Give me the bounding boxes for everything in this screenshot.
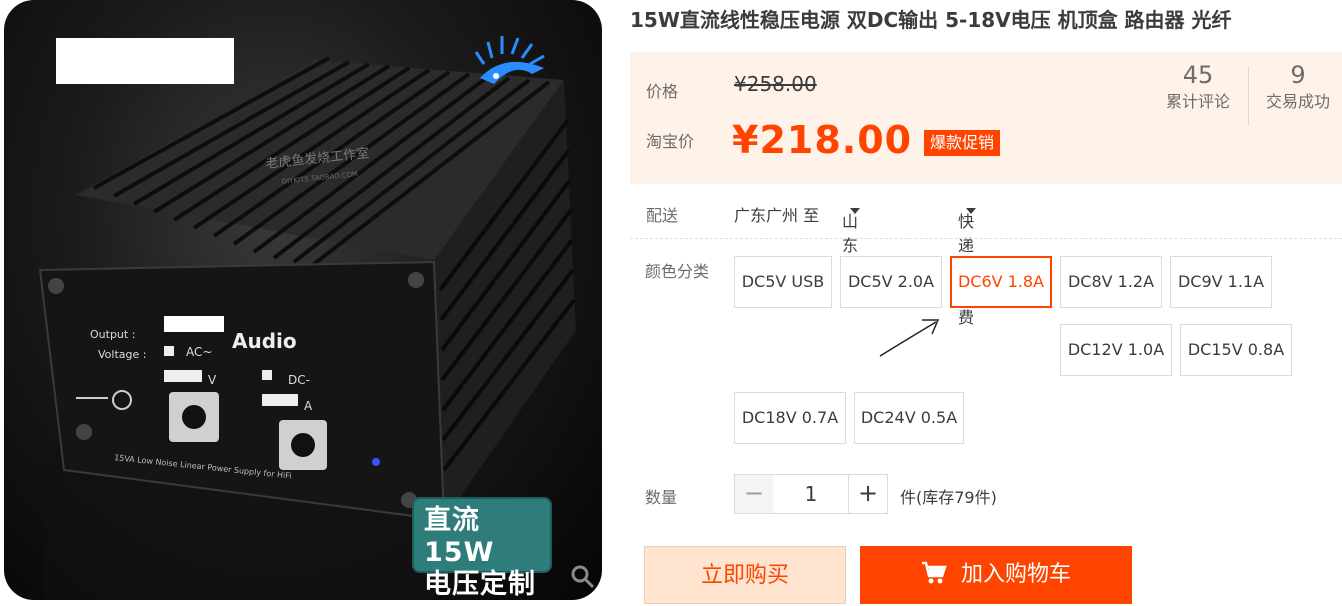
currency-symbol: ¥ — [732, 118, 760, 162]
shipping-from: 广东广州 至 — [734, 206, 820, 225]
buy-now-button[interactable]: 立即购买 — [644, 546, 846, 604]
sku-option[interactable]: DC15V 0.8A — [1180, 324, 1292, 376]
stat-divider — [1248, 66, 1249, 126]
screw-icon — [48, 278, 64, 294]
svg-text:AC~: AC~ — [186, 345, 212, 359]
stock-info: 件(库存79件) — [900, 484, 997, 508]
badge-line1: 直流15W — [424, 505, 495, 568]
add-to-cart-label: 加入购物车 — [960, 562, 1071, 587]
hand-drawn-arrow — [876, 314, 946, 364]
sale-price-value: 218.00 — [759, 118, 913, 162]
stock-prefix: 件(库存 — [900, 488, 955, 507]
add-to-cart-button[interactable]: 加入购物车 — [860, 546, 1132, 604]
shipping-label: 配送 — [646, 206, 679, 225]
svg-text:Audio: Audio — [232, 329, 297, 353]
badge-line2: 电压定制 — [424, 569, 536, 600]
quantity-label: 数量 — [645, 488, 678, 507]
sku-option[interactable]: DC24V 0.5A — [854, 392, 964, 444]
product-photo: Output : Voltage : AC~ V DC- A Audio 15V… — [4, 0, 602, 600]
shipping-method[interactable]: 快递 免运费 — [958, 202, 976, 327]
svg-text:A: A — [304, 399, 313, 413]
censor-box — [56, 38, 234, 84]
reviews-count: 45 — [1182, 61, 1214, 89]
sku-option[interactable]: DC5V 2.0A — [840, 256, 942, 308]
sku-option-selected[interactable]: DC6V 1.8A — [950, 256, 1052, 308]
reviews-label: 累计评论 — [1165, 92, 1230, 111]
cart-icon — [921, 550, 947, 606]
product-title: 15W直流线性稳压电源 双DC输出 5-18V电压 机顶盒 路由器 光纤 — [630, 8, 1232, 32]
svg-text:Voltage :: Voltage : — [98, 348, 146, 361]
sku-option[interactable]: DC5V USB — [734, 256, 832, 308]
divider — [630, 238, 1342, 239]
sku-option[interactable]: DC18V 0.7A — [734, 392, 846, 444]
quantity-input[interactable]: 1 — [773, 474, 849, 514]
stock-count: 79 — [954, 488, 975, 507]
shipping-destination[interactable]: 山东济南 — [842, 202, 860, 303]
sku-option[interactable]: DC9V 1.1A — [1170, 256, 1272, 308]
sku-label: 颜色分类 — [645, 262, 710, 281]
zoom-icon[interactable] — [570, 564, 596, 594]
brand-logo-icon — [474, 34, 554, 94]
stock-suffix: 件) — [974, 488, 997, 507]
sku-option[interactable]: DC8V 1.2A — [1060, 256, 1162, 308]
deals-stat[interactable]: 9 交易成功 — [1256, 60, 1340, 114]
quantity-increase-button[interactable]: + — [848, 474, 888, 514]
promo-tag: 爆款促销 — [924, 130, 1001, 156]
sku-option[interactable]: DC12V 1.0A — [1060, 324, 1172, 376]
svg-text:V: V — [208, 373, 217, 387]
quantity-decrease-button[interactable]: − — [734, 474, 774, 514]
price-label: 价格 — [646, 82, 679, 101]
original-price: ¥258.00 — [734, 72, 817, 96]
sale-price-label: 淘宝价 — [646, 132, 695, 151]
svg-text:Output :: Output : — [90, 328, 135, 341]
reviews-stat[interactable]: 45 累计评论 — [1156, 60, 1240, 114]
sale-price: ¥218.00 — [732, 118, 912, 162]
deals-label: 交易成功 — [1265, 92, 1330, 111]
shipping-row: 配送 广东广州 至 山东济南 快递 免运费 — [630, 196, 1342, 327]
deals-count: 9 — [1290, 61, 1306, 89]
svg-text:DC-: DC- — [288, 373, 310, 387]
product-badge: 直流15W 电压定制 — [412, 497, 552, 600]
product-image[interactable]: Output : Voltage : AC~ V DC- A Audio 15V… — [0, 0, 606, 606]
price-box: 价格 ¥258.00 淘宝价 ¥218.00 爆款促销 45 累计评论 9 交易… — [630, 52, 1342, 184]
